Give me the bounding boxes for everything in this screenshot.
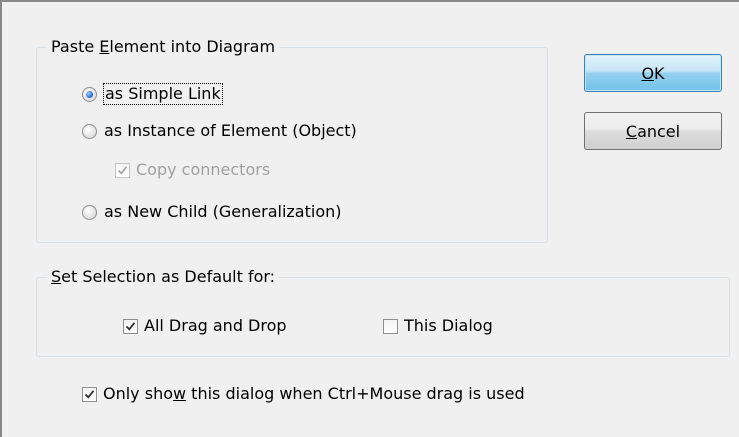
radio-button[interactable] xyxy=(82,123,97,139)
radio-simple-link-label: as Simple Link xyxy=(103,83,223,105)
all-drag-drop-checkbox[interactable]: All Drag and Drop xyxy=(123,316,287,336)
checkbox-disabled-checked xyxy=(115,162,130,178)
radio-new-child[interactable]: as New Child (Generalization) xyxy=(82,202,342,222)
check-mark-icon xyxy=(125,321,136,331)
cancel-button[interactable]: Cancel xyxy=(584,112,722,150)
radio-instance-label: as Instance of Element (Object) xyxy=(104,121,357,140)
check-mark-icon xyxy=(84,389,95,399)
default-selection-group-title: Set Selection as Default for: xyxy=(47,267,280,287)
checkbox-checked[interactable] xyxy=(123,318,138,334)
paste-element-group-title: Paste Element into Diagram xyxy=(47,37,280,57)
all-drag-drop-label: All Drag and Drop xyxy=(144,316,287,335)
default-selection-group: Set Selection as Default for: All Drag a… xyxy=(36,267,730,357)
only-show-label: Only show this dialog when Ctrl+Mouse dr… xyxy=(103,384,525,403)
radio-new-child-label: as New Child (Generalization) xyxy=(104,202,342,221)
ok-button[interactable]: OK xyxy=(584,54,722,92)
paste-element-dialog: Paste Element into Diagram as Simple Lin… xyxy=(0,0,739,437)
checkbox-checked[interactable] xyxy=(82,386,97,402)
radio-instance-of-element[interactable]: as Instance of Element (Object) xyxy=(82,121,357,141)
radio-button[interactable] xyxy=(82,204,97,220)
only-show-checkbox[interactable]: Only show this dialog when Ctrl+Mouse dr… xyxy=(82,384,525,404)
radio-button-selected[interactable] xyxy=(82,86,97,102)
checkbox-unchecked[interactable] xyxy=(383,318,398,334)
radio-simple-link[interactable]: as Simple Link xyxy=(82,83,223,105)
this-dialog-checkbox[interactable]: This Dialog xyxy=(383,316,493,336)
copy-connectors-checkbox: Copy connectors xyxy=(115,160,270,180)
this-dialog-label: This Dialog xyxy=(404,316,493,335)
check-mark-icon xyxy=(117,165,128,175)
copy-connectors-label: Copy connectors xyxy=(136,160,271,179)
paste-element-group: Paste Element into Diagram as Simple Lin… xyxy=(36,37,548,243)
